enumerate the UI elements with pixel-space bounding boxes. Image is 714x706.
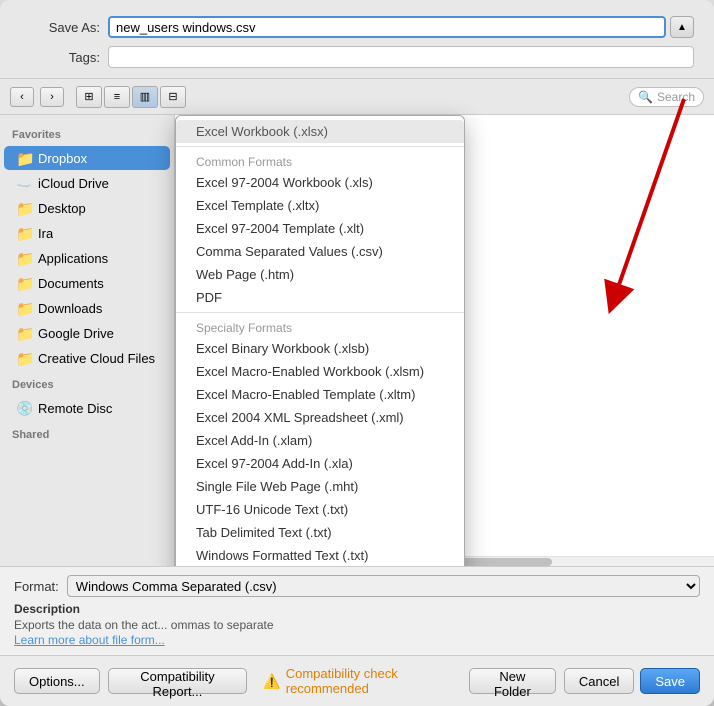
dropdown-item[interactable]: Excel Macro-Enabled Template (.xltm)	[176, 383, 464, 406]
save-as-label: Save As:	[20, 20, 100, 35]
cancel-button[interactable]: Cancel	[564, 668, 634, 694]
learn-more-link[interactable]: Learn more about file form...	[14, 633, 165, 647]
back-button[interactable]: ‹	[10, 87, 34, 107]
forward-button[interactable]: ›	[40, 87, 64, 107]
search-box[interactable]: 🔍 Search	[629, 87, 704, 107]
folder-icon: 📁	[16, 200, 32, 216]
toolbar: ‹ › ⊞ ≡ ▥ ⊟ 🔍 Search	[0, 79, 714, 115]
compatibility-report-button[interactable]: Compatibility Report...	[108, 668, 248, 694]
expand-button[interactable]: ▲	[670, 16, 694, 38]
separator	[176, 312, 464, 313]
sidebar-item-label: Google Drive	[38, 326, 114, 341]
sidebar-item-dropbox[interactable]: 📁 Dropbox	[4, 146, 170, 170]
folder-icon: 📁	[16, 250, 32, 266]
sidebar-item-label: Downloads	[38, 301, 102, 316]
folder-icon: 📁	[16, 275, 32, 291]
description-section: Description Exports the data on the act.…	[14, 601, 700, 647]
sidebar-item-label: Applications	[38, 251, 108, 266]
folder-icon: 📁	[16, 300, 32, 316]
folder-icon: 📁	[16, 225, 32, 241]
new-folder-button[interactable]: New Folder	[469, 668, 556, 694]
format-label: Format:	[14, 579, 59, 594]
format-dropdown: Excel Workbook (.xlsx) Common Formats Ex…	[175, 115, 465, 566]
sidebar-item-desktop[interactable]: 📁 Desktop	[4, 196, 170, 220]
warning-icon: ⚠️	[263, 673, 280, 690]
sidebar-item-label: Documents	[38, 276, 104, 291]
dropdown-item[interactable]: Excel 97-2004 Template (.xlt)	[176, 217, 464, 240]
sidebar-item-icloud[interactable]: ☁️ iCloud Drive	[4, 171, 170, 195]
separator	[176, 146, 464, 147]
folder-icon: 📁	[16, 150, 32, 166]
search-icon: 🔍	[638, 90, 653, 104]
save-dialog: Save As: ▲ Tags: ‹ › ⊞ ≡ ▥ ⊟ 🔍 Search	[0, 0, 714, 706]
search-text: Search	[657, 90, 695, 104]
dropdown-item[interactable]: Web Page (.htm)	[176, 263, 464, 286]
compatibility-text: Compatibility check recommended	[286, 666, 453, 696]
sidebar-item-google-drive[interactable]: 📁 Google Drive	[4, 321, 170, 345]
dropdown-item[interactable]: Excel Macro-Enabled Workbook (.xlsm)	[176, 360, 464, 383]
view-list-button[interactable]: ≡	[104, 86, 130, 108]
middle-section: ‹ › ⊞ ≡ ▥ ⊟ 🔍 Search Favorites 📁 Dropbox…	[0, 79, 714, 566]
tags-input[interactable]	[108, 46, 694, 68]
sidebar-item-label: Creative Cloud Files	[38, 351, 155, 366]
compatibility-message: ⚠️ Compatibility check recommended	[263, 666, 453, 696]
view-buttons: ⊞ ≡ ▥ ⊟	[76, 86, 186, 108]
bottom-buttons: Options... Compatibility Report... ⚠️ Co…	[0, 655, 714, 706]
save-button[interactable]: Save	[640, 668, 700, 694]
dropdown-item[interactable]: Single File Web Page (.mht)	[176, 475, 464, 498]
sidebar-item-documents[interactable]: 📁 Documents	[4, 271, 170, 295]
folder-icon: 📁	[16, 350, 32, 366]
dropdown-item[interactable]: Windows Formatted Text (.txt)	[176, 544, 464, 566]
view-col-button[interactable]: ▥	[132, 86, 158, 108]
sidebar-section-devices: Devices	[0, 371, 174, 395]
dropdown-section-common: Common Formats	[176, 150, 464, 171]
sidebar-item-downloads[interactable]: 📁 Downloads	[4, 296, 170, 320]
tags-row: Tags:	[20, 46, 694, 68]
save-as-input[interactable]	[108, 16, 666, 38]
sidebar-section-shared: Shared	[0, 421, 174, 445]
description-label: Description	[14, 602, 80, 616]
format-select[interactable]: Windows Comma Separated (.csv)	[67, 575, 700, 597]
dropdown-item[interactable]: Excel 97-2004 Workbook (.xls)	[176, 171, 464, 194]
top-bar: Save As: ▲ Tags:	[0, 0, 714, 79]
sidebar-item-label: Remote Disc	[38, 401, 112, 416]
dropdown-item[interactable]: Excel 97-2004 Add-In (.xla)	[176, 452, 464, 475]
disc-icon: 💿	[16, 400, 32, 416]
cancel-save-group: Cancel Save	[564, 668, 700, 694]
dropdown-item[interactable]: Excel 2004 XML Spreadsheet (.xml)	[176, 406, 464, 429]
sidebar-item-remote-disc[interactable]: 💿 Remote Disc	[4, 396, 170, 420]
sidebar-item-label: Desktop	[38, 201, 86, 216]
dropdown-item[interactable]: Tab Delimited Text (.txt)	[176, 521, 464, 544]
format-row: Format: Windows Comma Separated (.csv)	[14, 575, 700, 597]
folder-icon: 📁	[16, 325, 32, 341]
sidebar-item-label: Ira	[38, 226, 53, 241]
cloud-icon: ☁️	[16, 175, 32, 191]
view-icon-button[interactable]: ⊞	[76, 86, 102, 108]
dropdown-item[interactable]: UTF-16 Unicode Text (.txt)	[176, 498, 464, 521]
save-as-row: Save As: ▲	[20, 16, 694, 38]
dropdown-item[interactable]: Comma Separated Values (.csv)	[176, 240, 464, 263]
sidebar-item-ira[interactable]: 📁 Ira	[4, 221, 170, 245]
description-text: Exports the data on the act... ommas to …	[14, 618, 700, 632]
sidebar-item-creative-cloud[interactable]: 📁 Creative Cloud Files	[4, 346, 170, 370]
sidebar: Favorites 📁 Dropbox ☁️ iCloud Drive 📁 De…	[0, 79, 175, 566]
sidebar-item-applications[interactable]: 📁 Applications	[4, 246, 170, 270]
dropdown-section-specialty: Specialty Formats	[176, 316, 464, 337]
bottom-area: Format: Windows Comma Separated (.csv) D…	[0, 566, 714, 655]
dropdown-item[interactable]: Excel Template (.xltx)	[176, 194, 464, 217]
options-button[interactable]: Options...	[14, 668, 100, 694]
dropdown-item[interactable]: Excel Binary Workbook (.xlsb)	[176, 337, 464, 360]
tags-label: Tags:	[20, 50, 100, 65]
view-flow-button[interactable]: ⊟	[160, 86, 186, 108]
sidebar-item-label: Dropbox	[38, 151, 87, 166]
sidebar-section-favorites: Favorites	[0, 121, 174, 145]
sidebar-item-label: iCloud Drive	[38, 176, 109, 191]
dropdown-item[interactable]: Excel Add-In (.xlam)	[176, 429, 464, 452]
dropdown-header-item[interactable]: Excel Workbook (.xlsx)	[176, 120, 464, 143]
dropdown-item[interactable]: PDF	[176, 286, 464, 309]
